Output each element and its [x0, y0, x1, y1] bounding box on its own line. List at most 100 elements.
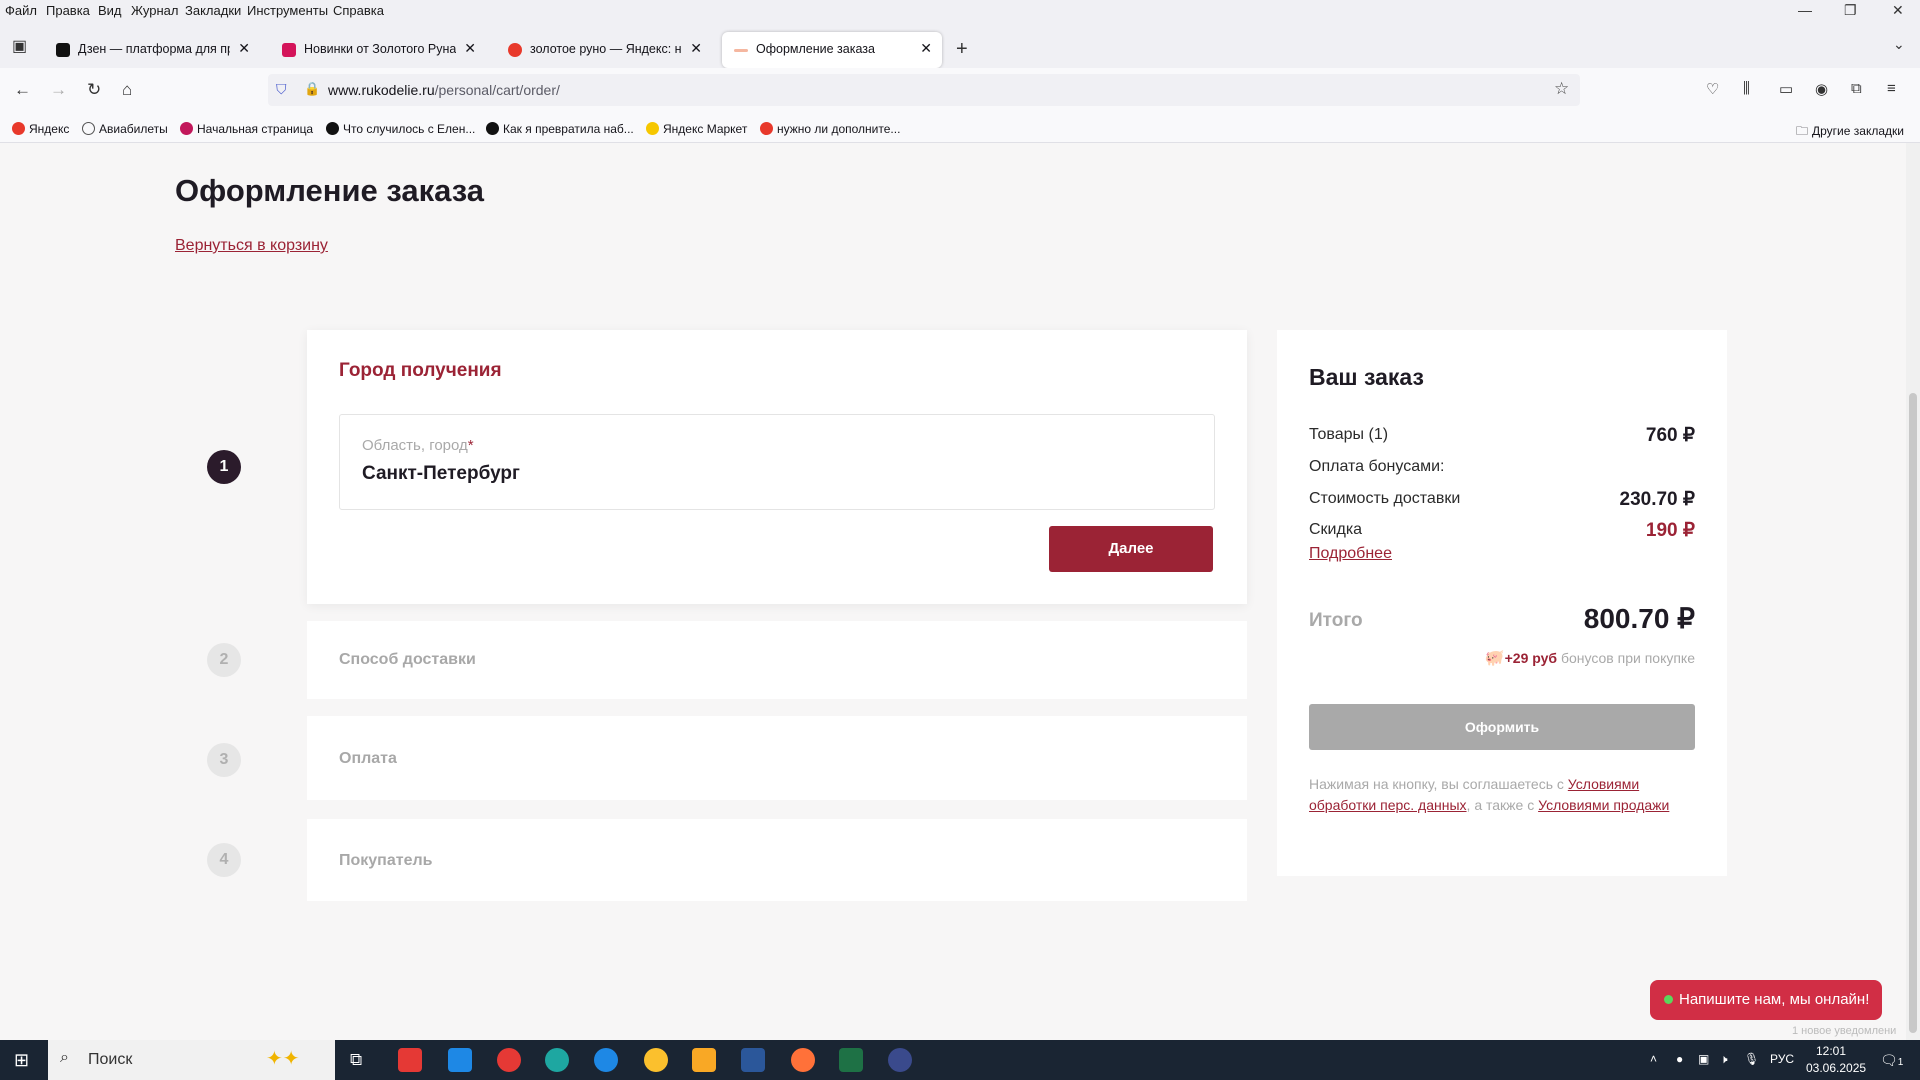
tab-dzen[interactable]: Дзен — платформа для просм ✕	[44, 32, 260, 68]
close-tab-icon[interactable]: ✕	[464, 40, 476, 57]
close-window-icon[interactable]: ✕	[1892, 2, 1904, 19]
next-button[interactable]: Далее	[1049, 526, 1213, 572]
search-icon: ⌕	[60, 1049, 69, 1066]
back-icon[interactable]: ←	[14, 80, 31, 100]
step-4-title: Покупатель	[339, 852, 433, 869]
menu-bar: Файл Правка Вид Журнал Закладки Инструме…	[0, 0, 1920, 22]
summary-title: Ваш заказ	[1309, 364, 1424, 390]
place-order-button[interactable]: Оформить	[1309, 704, 1695, 750]
word-icon[interactable]	[741, 1048, 765, 1072]
home-icon[interactable]: ⌂	[122, 80, 132, 100]
notification-center-icon[interactable]: 🗨1	[1880, 1052, 1903, 1069]
file-explorer-icon[interactable]	[692, 1048, 716, 1072]
pocket-icon[interactable]: ♡	[1706, 80, 1719, 98]
yandex-icon	[508, 43, 522, 57]
app-menu-icon[interactable]: ≡	[1887, 80, 1896, 97]
city-field-value[interactable]: Санкт-Петербург	[362, 463, 520, 485]
shield-icon[interactable]: ⛉	[276, 81, 287, 98]
menu-tools[interactable]: Инструменты	[247, 3, 328, 18]
firefox-view-icon[interactable]: ▣	[12, 36, 27, 56]
back-to-cart-link[interactable]: Вернуться в корзину	[175, 237, 328, 255]
step-1-card: Город получения Область, город* Санкт-Пе…	[307, 330, 1247, 604]
extensions-icon[interactable]: ⧉	[1851, 80, 1862, 97]
globe-icon	[82, 122, 95, 135]
close-tab-icon[interactable]: ✕	[690, 40, 702, 57]
step-3-number: 3	[207, 743, 241, 777]
bonus-payment-label: Оплата бонусами:	[1309, 458, 1445, 475]
tray-app-icon[interactable]: ●	[1676, 1052, 1683, 1066]
bookmark-item[interactable]: Что случилось с Елен...	[326, 122, 475, 136]
list-tabs-icon[interactable]: ⌄	[1893, 36, 1905, 53]
tab-zolotoe-runo[interactable]: Новинки от Золотого Руна - С ✕	[270, 32, 486, 68]
new-tab-icon[interactable]: +	[956, 38, 968, 61]
sidebar-icon[interactable]: ▭	[1779, 80, 1793, 98]
other-bookmarks[interactable]: 🗀 Другие закладки	[1796, 122, 1904, 143]
volume-icon[interactable]: 🕨	[1720, 1052, 1728, 1067]
taskbar: ⊞ ⌕ Поиск ✦✦ ⧉ ˄ ● ▣ 🕨 🎙 РУС 12:01 03.06…	[0, 1040, 1920, 1080]
menu-view[interactable]: Вид	[98, 3, 122, 18]
menu-edit[interactable]: Правка	[46, 3, 90, 18]
menu-bookmarks[interactable]: Закладки	[185, 3, 241, 18]
edge-icon[interactable]	[545, 1048, 569, 1072]
step-4-card[interactable]: Покупатель	[307, 819, 1247, 901]
yammer-icon[interactable]	[888, 1048, 912, 1072]
agreement-text: Нажимая на кнопку, вы соглашаетесь с Усл…	[1309, 776, 1670, 813]
bookmark-item[interactable]: Авиабилеты	[82, 122, 168, 136]
step-2-number: 2	[207, 643, 241, 677]
nav-bar: ← → ↻ ⌂ ⛉ 🔒 www.rukodelie.ru/personal/ca…	[0, 68, 1920, 116]
city-field[interactable]: Область, город* Санкт-Петербург	[339, 414, 1215, 510]
close-tab-icon[interactable]: ✕	[920, 40, 932, 57]
language-indicator[interactable]: РУС	[1770, 1052, 1794, 1066]
dzen-icon	[326, 122, 339, 135]
address-bar[interactable]: ⛉ 🔒 www.rukodelie.ru/personal/cart/order…	[268, 74, 1580, 106]
bonus-gain-text: бонусов при покупке	[1560, 650, 1695, 666]
tab-checkout[interactable]: Оформление заказа ✕	[722, 32, 942, 68]
step-3-card[interactable]: Оплата	[307, 716, 1247, 800]
forward-icon[interactable]: →	[50, 80, 67, 100]
windows-start-icon[interactable]: ⊞	[14, 1050, 29, 1071]
reload-icon[interactable]: ↻	[87, 80, 101, 100]
account-icon[interactable]: ◉	[1815, 80, 1828, 98]
step-2-card[interactable]: Способ доставки	[307, 621, 1247, 699]
yandex-browser-icon[interactable]	[497, 1048, 521, 1072]
excel-icon[interactable]	[839, 1048, 863, 1072]
internet-explorer-icon[interactable]	[594, 1048, 618, 1072]
tray-chevron-icon[interactable]: ˄	[1650, 1052, 1657, 1066]
bookmark-item[interactable]: Яндекс Маркет	[646, 122, 747, 136]
yandex-icon	[760, 122, 773, 135]
close-tab-icon[interactable]: ✕	[238, 40, 250, 57]
clock-date[interactable]: 03.06.2025	[1806, 1061, 1866, 1075]
library-icon[interactable]: ⫼	[1743, 80, 1750, 97]
microphone-icon[interactable]: 🎙	[1744, 1052, 1759, 1066]
tab-yandex-search[interactable]: золотое руно — Яндекс: нашл ✕	[496, 32, 712, 68]
outlook-icon[interactable]	[448, 1048, 472, 1072]
online-indicator-icon	[1664, 995, 1673, 1004]
menu-file[interactable]: Файл	[5, 3, 37, 18]
chat-label: Напишите нам, мы онлайн!	[1679, 991, 1870, 1008]
chrome-icon[interactable]	[644, 1048, 668, 1072]
lock-icon[interactable]: 🔒	[304, 81, 320, 97]
chat-widget-button[interactable]: Напишите нам, мы онлайн!	[1650, 980, 1882, 1020]
bookmark-item[interactable]: Начальная страница	[180, 122, 313, 136]
task-view-icon[interactable]: ⧉	[350, 1050, 362, 1070]
bookmark-item[interactable]: Как я превратила наб...	[486, 122, 634, 136]
menu-help[interactable]: Справка	[333, 3, 384, 18]
page-scrollbar[interactable]	[1906, 143, 1920, 1040]
tray-camera-icon[interactable]: ▣	[1698, 1052, 1709, 1066]
bookmark-item[interactable]: Яндекс	[12, 122, 69, 136]
restore-icon[interactable]: ❐	[1844, 2, 1857, 19]
discount-details-link[interactable]: Подробнее	[1309, 545, 1392, 563]
city-field-label: Область, город*	[362, 437, 474, 454]
minimize-icon[interactable]: —	[1798, 2, 1812, 18]
bookmark-star-icon[interactable]: ☆	[1554, 79, 1569, 99]
notification-notice: 1 новое уведомлени	[1792, 1025, 1897, 1037]
scrollbar-thumb[interactable]	[1909, 393, 1917, 1033]
bookmark-item[interactable]: нужно ли дополните...	[760, 122, 900, 136]
clock-time[interactable]: 12:01	[1816, 1044, 1846, 1058]
taskbar-search[interactable]: ⌕ Поиск ✦✦	[48, 1040, 335, 1080]
anydesk-icon[interactable]	[398, 1048, 422, 1072]
menu-history[interactable]: Журнал	[131, 3, 178, 18]
url-text[interactable]: www.rukodelie.ru/personal/cart/order/	[328, 82, 560, 98]
firefox-icon[interactable]	[791, 1048, 815, 1072]
sale-terms-link[interactable]: Условиями продажи	[1538, 797, 1669, 813]
